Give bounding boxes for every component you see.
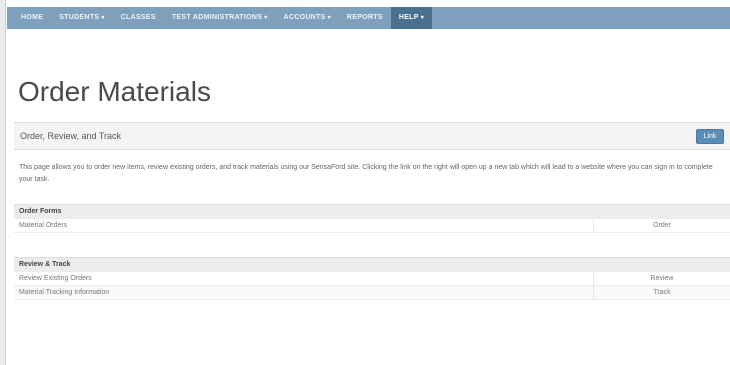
panel-description: This page allows you to order new items,… [19, 164, 713, 183]
table-row: Material Tracking Information Track [14, 286, 730, 300]
table-row: Material Orders Order [14, 219, 730, 233]
nav-accounts[interactable]: ACCOUNTS ▾ [276, 7, 339, 29]
nav-test-administrations[interactable]: TEST ADMINISTRATIONS ▾ [164, 7, 276, 29]
panel-title: Order, Review, and Track [20, 131, 122, 141]
order-materials-panel: Order, Review, and Track Link This page … [14, 122, 730, 354]
nav-help[interactable]: HELP ▾ [390, 7, 433, 29]
section-heading-review-track: Review & Track [14, 257, 730, 272]
chevron-down-icon: ▾ [327, 15, 331, 21]
window-left-edge [0, 0, 6, 365]
chevron-down-icon: ▾ [264, 15, 268, 21]
row-name: Material Tracking Information [14, 286, 594, 299]
panel-header: Order, Review, and Track Link [14, 122, 730, 150]
top-navbar: HOME STUDENTS ▾ CLASSES TEST ADMINISTRATI… [7, 7, 730, 29]
row-name: Review Existing Orders [14, 272, 594, 285]
section-heading-order-forms: Order Forms [14, 204, 730, 219]
row-name: Material Orders [14, 219, 594, 232]
nav-home[interactable]: HOME [13, 7, 51, 29]
page-title: Order Materials [18, 76, 211, 107]
nav-classes[interactable]: CLASSES [113, 7, 164, 29]
order-forms-table: Order Forms Material Orders Order [14, 204, 730, 233]
order-link[interactable]: Order [594, 219, 730, 232]
nav-reports[interactable]: REPORTS [339, 7, 391, 29]
review-track-table: Review & Track Review Existing Orders Re… [14, 257, 730, 300]
review-link[interactable]: Review [594, 272, 730, 285]
chevron-down-icon: ▾ [420, 15, 425, 21]
chevron-down-icon: ▾ [101, 15, 105, 21]
table-row: Review Existing Orders Review [14, 272, 730, 286]
link-button[interactable]: Link [696, 128, 724, 144]
nav-students[interactable]: STUDENTS ▾ [51, 7, 112, 29]
track-link[interactable]: Track [594, 286, 730, 299]
